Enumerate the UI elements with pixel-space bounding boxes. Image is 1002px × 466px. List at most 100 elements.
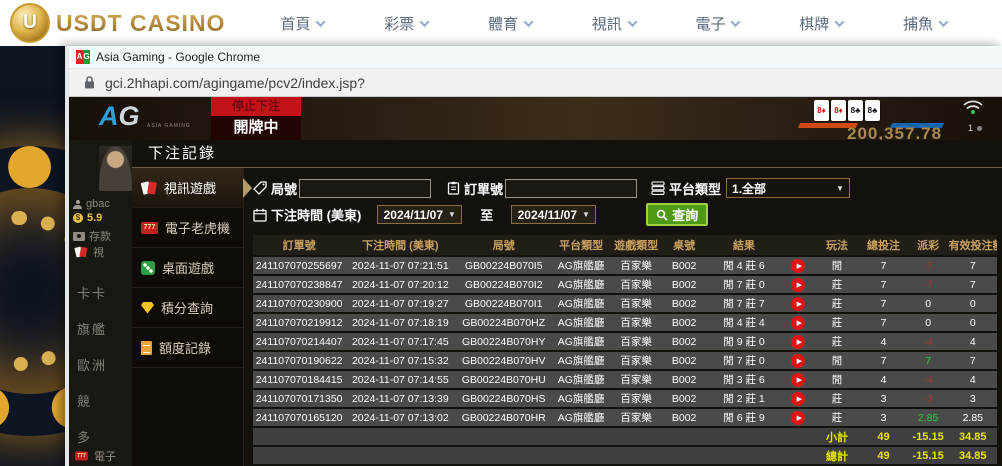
order-number-input[interactable]: [505, 179, 637, 198]
play-video-button[interactable]: ▶: [791, 259, 805, 273]
cell-game: 百家樂: [610, 409, 662, 426]
nav-item-0[interactable]: 首頁: [280, 13, 324, 34]
video-row[interactable]: 視: [73, 244, 104, 260]
platform-type-select[interactable]: 1.全部 ▼: [726, 178, 850, 198]
nav-item-1[interactable]: 彩票: [384, 13, 428, 34]
round-number-input[interactable]: [299, 179, 431, 198]
balance-row: $ 5.9: [73, 212, 102, 224]
cell-result: 閒 2 莊 1: [706, 390, 782, 407]
video-track-indicator[interactable]: 1: [968, 123, 982, 133]
cell-order: 241107070184415: [253, 371, 345, 388]
lobby-menu-item-3[interactable]: 競: [77, 391, 92, 410]
play-video-button[interactable]: ▶: [791, 297, 805, 311]
cell-order: 241107070238847: [253, 276, 345, 293]
table-row: 2411070702144072024-11-07 07:17:45GB0022…: [253, 333, 997, 350]
cell-table: B002: [662, 314, 706, 331]
cell-play_btn: ▶: [782, 257, 815, 274]
casino-logo[interactable]: U USDT CASINO: [10, 3, 225, 43]
column-header: 遊戲類型: [610, 235, 662, 255]
dealt-cards: 8♦8♦8♣8♣: [814, 100, 880, 121]
play-video-button[interactable]: ▶: [791, 335, 805, 349]
nav-item-6[interactable]: 捕魚: [903, 13, 947, 34]
cell-time: 2024-11-07 07:18:19: [345, 314, 455, 331]
cell-round: GB00224B070I1: [455, 295, 552, 312]
nav-item-label: 視訊: [592, 13, 622, 34]
cell-platform: AG旗艦廳: [552, 352, 610, 369]
cell-table: B002: [662, 409, 706, 426]
play-video-button[interactable]: ▶: [791, 392, 805, 406]
playing-card: 8♦: [831, 100, 846, 121]
column-header: 有效投注額: [949, 235, 997, 255]
cell-result: 閒 7 莊 0: [706, 276, 782, 293]
cell-table: B002: [662, 371, 706, 388]
dice-icon: [141, 261, 155, 275]
play-video-button[interactable]: ▶: [791, 316, 805, 330]
lobby-menu-item-0[interactable]: 卡卡: [77, 283, 107, 302]
main-nav: 首頁 彩票 體育 視訊 電子 棋牌 捕魚: [280, 13, 947, 34]
column-header: 局號: [455, 235, 552, 255]
sidebar-item-0[interactable]: 視訊遊戲: [132, 168, 243, 208]
cell-payout: -3: [908, 390, 949, 407]
cell-result: 閒 7 莊 7: [706, 295, 782, 312]
total-row: 總計49-15.1534.85: [253, 447, 997, 464]
table-row: 2411070701651202024-11-07 07:13:02GB0022…: [253, 409, 997, 426]
cell-bet: 49: [859, 428, 907, 445]
username-row: gbac: [73, 198, 110, 210]
chevron-down-icon: ▼: [448, 210, 456, 219]
cell-time: 2024-11-07 07:19:27: [345, 295, 455, 312]
table-row: 2411070701713502024-11-07 07:13:39GB0022…: [253, 390, 997, 407]
date-to-label: 至: [480, 205, 493, 224]
play-video-button[interactable]: ▶: [791, 278, 805, 292]
sidebar-item-3[interactable]: 積分查詢: [132, 288, 243, 328]
lobby-menu-item-2[interactable]: 歐洲: [77, 355, 107, 374]
address-bar[interactable]: gci.2hhapi.com/agingame/pcv2/index.jsp?: [69, 68, 1002, 97]
search-button[interactable]: 查詢: [646, 203, 708, 226]
play-video-button[interactable]: ▶: [791, 354, 805, 368]
play-video-button[interactable]: ▶: [791, 411, 805, 425]
casino-logo-emblem: U: [10, 3, 50, 43]
cell-valid: 0: [949, 314, 997, 331]
cell-valid: 7: [949, 276, 997, 293]
lock-icon: [84, 76, 95, 89]
slot-icon: 777: [75, 452, 88, 461]
slots-row[interactable]: 777 電子: [73, 448, 116, 464]
slots-label: 電子: [94, 448, 116, 464]
nav-item-4[interactable]: 電子: [695, 13, 739, 34]
nav-item-label: 首頁: [280, 13, 310, 34]
cell-round: GB00224B070HR: [455, 409, 552, 426]
lobby-menu-item-4[interactable]: 多: [77, 427, 92, 446]
cell-platform: AG旗艦廳: [552, 371, 610, 388]
balance-text: 5.9: [87, 212, 102, 224]
order-number-label: 訂單號: [464, 179, 503, 198]
cell-play_btn: ▶: [782, 352, 815, 369]
play-video-button[interactable]: ▶: [791, 373, 805, 387]
nav-item-label: 電子: [695, 13, 725, 34]
cell-result: 閒 3 莊 6: [706, 371, 782, 388]
cell-valid: 4: [949, 371, 997, 388]
table-row: 2411070701844152024-11-07 07:14:55GB0022…: [253, 371, 997, 388]
cell-table: B002: [662, 276, 706, 293]
sidebar-item-4[interactable]: 額度記錄: [132, 328, 243, 368]
lobby-menu-item-1[interactable]: 旗艦: [77, 319, 107, 338]
cell-order: 241107070165120: [253, 409, 345, 426]
cell-valid: 4: [949, 333, 997, 350]
date-to-select[interactable]: 2024/11/07 ▼: [511, 205, 596, 224]
cell-time: 2024-11-07 07:21:51: [345, 257, 455, 274]
deposit-label: 存款: [89, 228, 111, 244]
cell-time: 2024-11-07 07:13:39: [345, 390, 455, 407]
cell-bet: 3: [859, 390, 907, 407]
nav-item-2[interactable]: 體育: [488, 13, 532, 34]
nav-item-3[interactable]: 視訊: [592, 13, 636, 34]
sidebar-item-2[interactable]: 桌面遊戲: [132, 248, 243, 288]
deposit-row[interactable]: 存款: [73, 228, 111, 244]
casino-top-nav: U USDT CASINO 首頁 彩票 體育 視訊 電子 棋牌 捕魚: [0, 0, 1002, 46]
cell-game: 百家樂: [610, 371, 662, 388]
chevron-down-icon: [524, 17, 534, 27]
sidebar-item-1[interactable]: 777電子老虎機: [132, 208, 243, 248]
date-from-select[interactable]: 2024/11/07 ▼: [377, 205, 462, 224]
cell-blank: [253, 447, 815, 464]
nav-item-5[interactable]: 棋牌: [799, 13, 843, 34]
cell-play: 閒: [815, 352, 860, 369]
chevron-down-icon: [627, 17, 637, 27]
dialog-content: 局號 訂單號 平台類型 1.全部: [244, 168, 1002, 466]
